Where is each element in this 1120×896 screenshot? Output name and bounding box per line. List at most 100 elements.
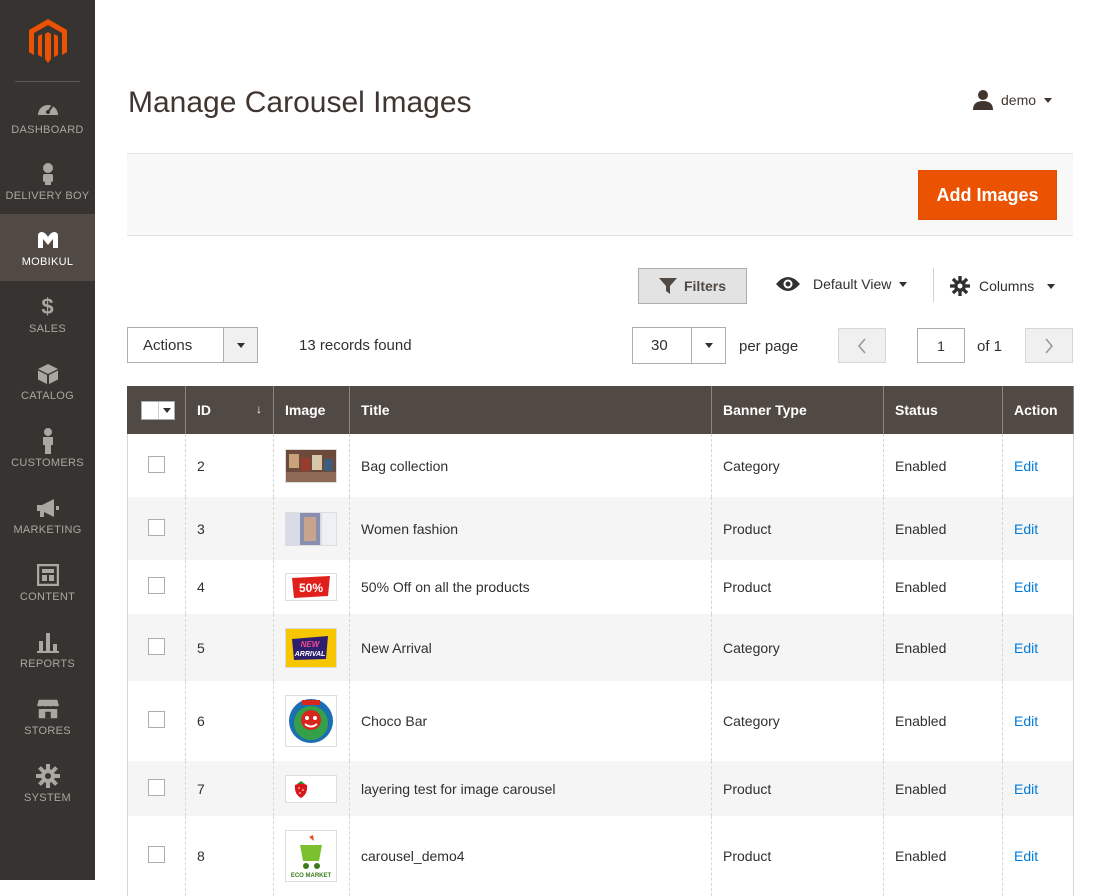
sidebar-item-reports[interactable]: REPORTS: [0, 616, 95, 683]
banner-thumbnail: NEW ARRIVAL: [285, 627, 337, 668]
user-icon: [973, 90, 993, 110]
edit-link[interactable]: Edit: [1014, 458, 1038, 474]
checkbox-box: [142, 401, 158, 419]
per-page-toggle[interactable]: [691, 328, 725, 363]
column-header-id[interactable]: ID ↓: [185, 386, 274, 434]
column-title: ID: [197, 402, 211, 418]
select-all-checkbox[interactable]: [141, 400, 175, 420]
mass-actions-select[interactable]: Actions: [127, 327, 258, 363]
sidebar-item-label: MOBIKUL: [21, 255, 74, 268]
storefront-icon: [36, 697, 60, 721]
sidebar-item-label: CATALOG: [20, 389, 75, 402]
sidebar-item-label: DELIVERY BOY: [5, 189, 90, 202]
view-selector[interactable]: Default View: [775, 276, 908, 292]
table-row[interactable]: 2 Bag collection Category Enabled Edit: [127, 434, 1074, 497]
user-name: demo: [1001, 92, 1037, 108]
banner-thumbnail: ECO MARKET: [285, 830, 337, 882]
sidebar-item-mobikul[interactable]: MOBIKUL: [0, 214, 95, 281]
page-number-input[interactable]: 1: [917, 328, 965, 363]
cell-status: Enabled: [883, 560, 1003, 614]
filters-button[interactable]: Filters: [638, 268, 747, 304]
edit-link[interactable]: Edit: [1014, 579, 1038, 595]
mass-actions-toggle[interactable]: [223, 328, 257, 362]
cell-title: Choco Bar: [349, 681, 712, 761]
column-header-status[interactable]: Status: [883, 386, 1003, 434]
row-checkbox[interactable]: [148, 778, 165, 796]
cell-banner-type: Category: [711, 681, 884, 761]
edit-link[interactable]: Edit: [1014, 521, 1038, 537]
row-checkbox[interactable]: [148, 711, 165, 728]
edit-link[interactable]: Edit: [1014, 713, 1038, 729]
add-images-button[interactable]: Add Images: [918, 170, 1057, 220]
previous-page-button[interactable]: [838, 328, 886, 363]
column-header-image[interactable]: Image: [273, 386, 350, 434]
table-row[interactable]: 3 Women fashion Product Enabled Edit: [127, 497, 1074, 560]
magento-logo[interactable]: [0, 0, 95, 82]
delivery-boy-icon: [36, 162, 60, 186]
per-page-label: per page: [739, 338, 799, 355]
cell-status: Enabled: [883, 497, 1003, 560]
cell-banner-type: Product: [711, 816, 884, 896]
sidebar-item-system[interactable]: SYSTEM: [0, 750, 95, 817]
admin-sidebar: DASHBOARD DELIVERY BOY MOBIKUL $ SALES C…: [0, 0, 95, 880]
table-row[interactable]: 4 50% 50% Off on all the products Produc…: [127, 560, 1074, 614]
sidebar-item-label: STORES: [24, 724, 71, 737]
next-page-button[interactable]: [1025, 328, 1073, 363]
sidebar-item-label: DASHBOARD: [11, 123, 84, 136]
select-all-header: [127, 386, 186, 434]
cell-status: Enabled: [883, 434, 1003, 497]
row-checkbox[interactable]: [148, 455, 165, 473]
sidebar-item-label: SALES: [29, 322, 66, 335]
sidebar-item-sales[interactable]: $ SALES: [0, 281, 95, 348]
carousel-images-grid: ID ↓ Image Title Banner Type Status Actio…: [127, 386, 1074, 896]
row-checkbox[interactable]: [148, 518, 165, 536]
divider: [933, 268, 934, 302]
sidebar-item-label: CONTENT: [19, 590, 76, 603]
per-page-select[interactable]: 30: [632, 327, 726, 364]
cell-title: 50% Off on all the products: [349, 560, 712, 614]
sidebar-item-dashboard[interactable]: DASHBOARD: [0, 82, 95, 149]
table-row[interactable]: 7 layering test for image carousel Produ…: [127, 761, 1074, 816]
gear-icon: [35, 763, 60, 788]
cell-id: 3: [185, 497, 274, 560]
banner-thumbnail: 50%: [285, 573, 337, 601]
cell-banner-type: Product: [711, 560, 884, 614]
edit-link[interactable]: Edit: [1014, 640, 1038, 656]
cell-title: carousel_demo4: [349, 816, 712, 896]
sidebar-item-marketing[interactable]: MARKETING: [0, 482, 95, 549]
table-row[interactable]: 6 Choco Bar Category Enabled Edit: [127, 681, 1074, 761]
funnel-icon: [658, 278, 677, 294]
chevron-down-icon: [1047, 283, 1056, 289]
banner-thumbnail: [285, 695, 337, 747]
sidebar-item-delivery-boy[interactable]: DELIVERY BOY: [0, 148, 95, 215]
sidebar-item-label: SYSTEM: [23, 791, 72, 804]
page-title: Manage Carousel Images: [128, 86, 472, 119]
sidebar-item-catalog[interactable]: CATALOG: [0, 348, 95, 415]
chevron-left-icon: [857, 337, 866, 354]
column-header-title[interactable]: Title: [349, 386, 712, 434]
edit-link[interactable]: Edit: [1014, 781, 1038, 797]
cell-status: Enabled: [883, 816, 1003, 896]
table-row[interactable]: 8 ECO MARKET carousel_demo4 Product Enab…: [127, 816, 1074, 896]
cell-banner-type: Product: [711, 497, 884, 560]
sidebar-item-customers[interactable]: CUSTOMERS: [0, 415, 95, 482]
sidebar-item-stores[interactable]: STORES: [0, 683, 95, 750]
row-checkbox[interactable]: [148, 637, 165, 655]
banner-thumbnail: [285, 448, 337, 483]
row-checkbox[interactable]: [148, 577, 165, 594]
person-icon: [36, 427, 60, 454]
edit-link[interactable]: Edit: [1014, 848, 1038, 864]
bar-chart-icon: [36, 630, 60, 654]
cell-title: Bag collection: [349, 434, 712, 497]
column-header-banner-type[interactable]: Banner Type: [711, 386, 884, 434]
table-row[interactable]: 5 NEW ARRIVAL New Arrival Category Enable…: [127, 614, 1074, 681]
dashboard-icon: [36, 96, 60, 120]
row-checkbox[interactable]: [148, 846, 165, 863]
select-all-dropdown[interactable]: [158, 401, 174, 419]
dollar-icon: $: [41, 293, 54, 319]
cell-id: 8: [185, 816, 274, 896]
user-menu[interactable]: demo: [973, 90, 1053, 110]
columns-selector[interactable]: Columns: [950, 276, 1056, 296]
sidebar-item-content[interactable]: CONTENT: [0, 549, 95, 616]
cell-title: Women fashion: [349, 497, 712, 560]
